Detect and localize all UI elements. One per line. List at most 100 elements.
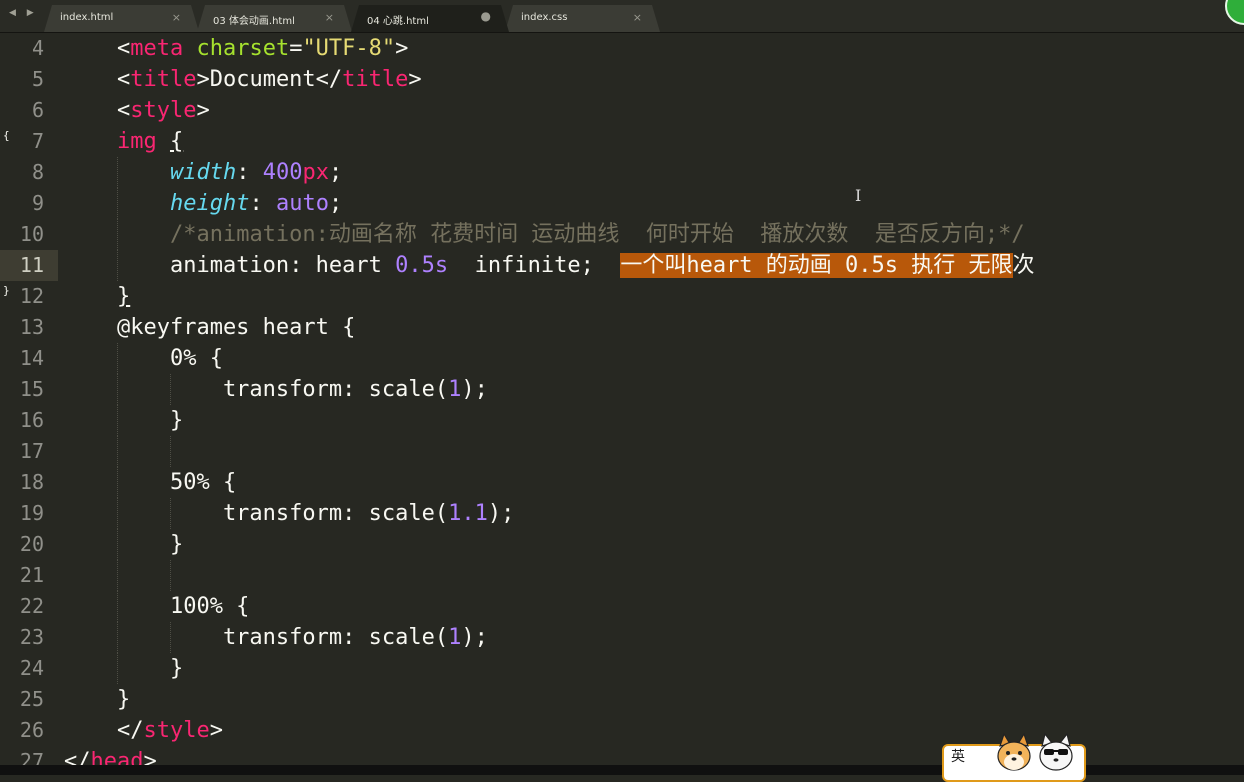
- tab-nav-arrows[interactable]: ◀ ▶: [9, 8, 38, 18]
- line-number: 14: [19, 346, 44, 370]
- tab-index-html[interactable]: index.html ×: [44, 5, 199, 32]
- tab-bar: ◀ ▶ index.html × 03 体会动画.html × index.cs…: [0, 0, 1244, 33]
- tab-04-heartbeat-html[interactable]: 04 心跳.html ●: [351, 5, 509, 32]
- code-line[interactable]: 4 <meta charset="UTF-8">: [0, 33, 1244, 64]
- code-token: }: [64, 532, 184, 557]
- code-token: >Document</: [196, 67, 343, 92]
- code-line[interactable]: 5 <title>Document</title>: [0, 64, 1244, 95]
- line-number: 21: [19, 563, 44, 587]
- line-number: 13: [19, 315, 44, 339]
- code-text[interactable]: transform: scale(1.1);: [64, 499, 514, 528]
- code-token: <: [116, 36, 131, 61]
- line-number: 16: [19, 408, 44, 432]
- code-text[interactable]: 0% {: [64, 344, 223, 373]
- code-text[interactable]: }: [64, 685, 130, 714]
- tab-close-icon[interactable]: ×: [633, 11, 642, 24]
- code-text[interactable]: }: [64, 406, 183, 435]
- code-line[interactable]: 9 height: auto;: [0, 188, 1244, 219]
- code-token: animation: [169, 253, 290, 278]
- doge-mascot-icon: [997, 732, 1031, 771]
- code-token: 0% {: [64, 346, 223, 371]
- code-token: </: [64, 718, 144, 743]
- code-text[interactable]: transform: scale(1);: [64, 375, 488, 404]
- indent-guide: [169, 436, 171, 467]
- tab-label: 03 体会动画.html: [213, 16, 295, 27]
- mouse-ibeam-cursor-icon: I: [855, 186, 862, 205]
- code-line[interactable]: 25 }: [0, 684, 1244, 715]
- code-token: 1.1: [448, 501, 488, 526]
- code-text[interactable]: img {: [64, 127, 183, 156]
- code-line[interactable]: 14 0% {: [0, 343, 1244, 374]
- code-line[interactable]: 23 transform: scale(1);: [0, 622, 1244, 653]
- line-number: 15: [19, 377, 44, 401]
- line-number: 6: [31, 98, 44, 122]
- code-text[interactable]: }: [64, 530, 183, 559]
- code-token: auto: [275, 191, 329, 216]
- code-line[interactable]: 17: [0, 436, 1244, 467]
- ime-widget[interactable]: 英: [942, 732, 1086, 782]
- code-text[interactable]: <meta charset="UTF-8">: [64, 34, 408, 63]
- tab-close-icon[interactable]: ×: [172, 11, 181, 24]
- code-token: >: [196, 98, 210, 123]
- code-line[interactable]: 18 50% {: [0, 467, 1244, 498]
- tab-index-css[interactable]: index.css ×: [505, 5, 660, 32]
- line-number: 12: [19, 284, 44, 308]
- code-line[interactable]: 21: [0, 560, 1244, 591]
- code-token: ;: [328, 160, 343, 185]
- unsaved-dot-icon[interactable]: ●: [481, 9, 491, 23]
- code-line[interactable]: 10 /*animation:动画名称 花费时间 运动曲线 何时开始 播放次数 …: [0, 219, 1244, 250]
- line-number: 17: [19, 439, 44, 463]
- code-text[interactable]: @keyframes heart {: [64, 313, 355, 342]
- code-token: /*animation:动画名称 花费时间 运动曲线 何时开始 播放次数 是否反…: [169, 222, 1025, 247]
- code-text[interactable]: /*animation:动画名称 花费时间 运动曲线 何时开始 播放次数 是否反…: [64, 220, 1025, 249]
- code-line[interactable]: 15 transform: scale(1);: [0, 374, 1244, 405]
- code-text[interactable]: width: 400px;: [64, 158, 342, 187]
- code-line[interactable]: 22 100% {: [0, 591, 1244, 622]
- code-token: {: [169, 129, 184, 154]
- code-text[interactable]: <style>: [64, 96, 210, 125]
- code-line[interactable]: {7 img {: [0, 126, 1244, 157]
- code-text[interactable]: </style>: [64, 716, 223, 745]
- code-text[interactable]: height: auto;: [64, 189, 342, 218]
- code-text[interactable]: <title>Document</title>: [64, 65, 422, 94]
- code-token: px: [302, 160, 329, 185]
- code-line[interactable]: 24 }: [0, 653, 1244, 684]
- code-token: transform: scale(: [64, 377, 449, 402]
- code-token: height: [169, 191, 250, 216]
- code-text[interactable]: animation: heart 0.5s infinite; 一个叫heart…: [64, 251, 1035, 280]
- indent-guide: [116, 560, 118, 591]
- tab-03-animation-html[interactable]: 03 体会动画.html ×: [197, 5, 352, 32]
- code-text[interactable]: transform: scale(1);: [64, 623, 488, 652]
- code-editor[interactable]: 4 <meta charset="UTF-8"> 5 <title>Documen…: [0, 33, 1244, 774]
- code-line[interactable]: 11 animation: heart 0.5s infinite; 一个叫he…: [0, 250, 1244, 281]
- code-token: :: [249, 191, 276, 216]
- line-number: 26: [19, 718, 44, 742]
- code-text[interactable]: 50% {: [64, 468, 236, 497]
- tab-close-icon[interactable]: ×: [325, 11, 334, 24]
- code-line[interactable]: 8 width: 400px;: [0, 157, 1244, 188]
- code-token: );: [487, 501, 515, 526]
- code-token: : heart: [289, 253, 396, 278]
- code-line[interactable]: 6 <style>: [0, 95, 1244, 126]
- code-text[interactable]: }: [64, 654, 183, 683]
- code-token: ;: [328, 191, 343, 216]
- code-line[interactable]: 16 }: [0, 405, 1244, 436]
- code-token: }: [64, 656, 184, 681]
- code-line[interactable]: 20 }: [0, 529, 1244, 560]
- line-number: 25: [19, 687, 44, 711]
- code-line[interactable]: } 12 }: [0, 281, 1244, 312]
- code-line[interactable]: 13 @keyframes heart {: [0, 312, 1244, 343]
- code-text[interactable]: 100% {: [64, 592, 249, 621]
- code-token: 1: [448, 377, 462, 402]
- indent-guide: [116, 436, 118, 467]
- code-token: style: [143, 718, 210, 743]
- selected-text: 一个叫heart 的动画 0.5s 执行 无限: [620, 253, 1013, 278]
- code-text[interactable]: }: [64, 282, 130, 311]
- code-line[interactable]: 19 transform: scale(1.1);: [0, 498, 1244, 529]
